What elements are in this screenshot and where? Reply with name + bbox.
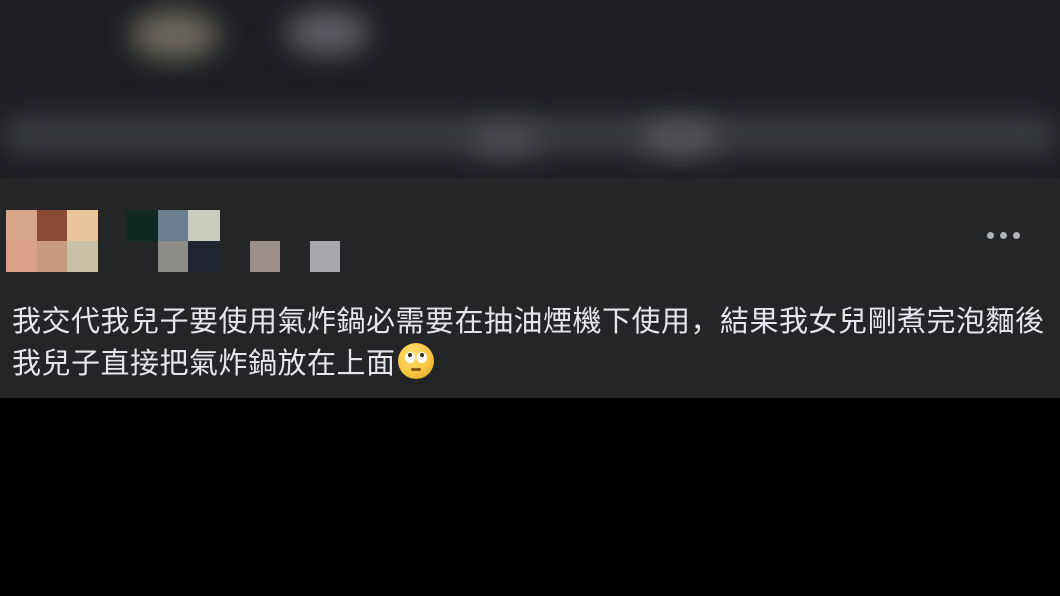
ellipsis-dot [999,231,1007,239]
ellipsis-horizontal-icon [986,231,994,239]
letterbox-bottom [0,398,1060,596]
author-name[interactable] [126,210,342,272]
post-body: 我交代我兒子要使用氣炸鍋必需要在抽油煙機下使用，結果我女兒剛煮完泡麵後我兒子直接… [12,300,1048,384]
avatar[interactable] [6,210,98,272]
face-with-rolling-eyes-icon [397,343,434,379]
post-text: 我交代我兒子要使用氣炸鍋必需要在抽油煙機下使用，結果我女兒剛煮完泡麵後我兒子直接… [12,304,1045,380]
more-options-button[interactable] [978,223,1028,247]
ellipsis-dot [1012,231,1020,239]
post-card: 我交代我兒子要使用氣炸鍋必需要在抽油煙機下使用，結果我女兒剛煮完泡麵後我兒子直接… [0,178,1060,398]
screenshot: 我交代我兒子要使用氣炸鍋必需要在抽油煙機下使用，結果我女兒剛煮完泡麵後我兒子直接… [0,0,1060,596]
blurred-region [0,0,1060,178]
